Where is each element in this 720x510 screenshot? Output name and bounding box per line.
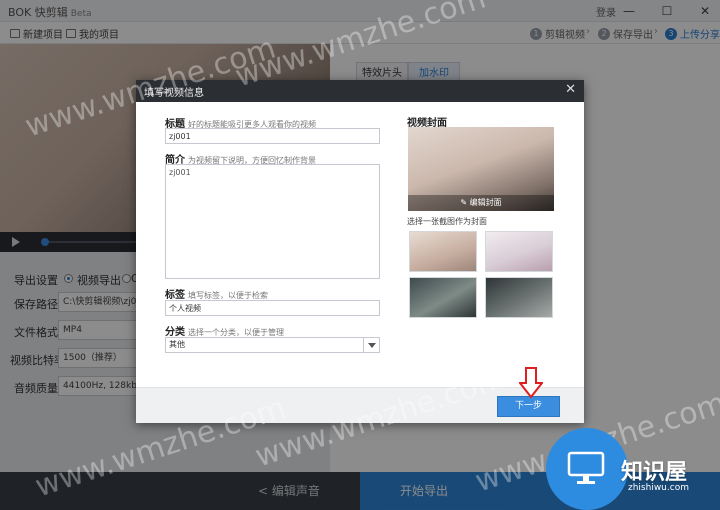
monitor-icon	[567, 451, 605, 484]
site-badge: 知识屋 zhishiwu.com	[546, 428, 720, 510]
cover-preview[interactable]: ✎ 编辑封面	[408, 127, 554, 211]
tags-hint: 填写标签，以便于检索	[188, 291, 268, 300]
pencil-icon: ✎	[460, 198, 470, 207]
tags-input[interactable]	[165, 300, 380, 316]
video-info-dialog: 填写视频信息 ✕ 标题好的标题能吸引更多人观看你的视频 简介为视频留下说明，方便…	[136, 80, 584, 423]
cover-thumbnail[interactable]	[485, 231, 553, 272]
badge-subtitle: zhishiwu.com	[628, 483, 689, 493]
category-hint: 选择一个分类，以便于管理	[188, 328, 284, 337]
badge-title: 知识屋	[621, 460, 688, 485]
cover-thumbnail[interactable]	[409, 231, 477, 272]
next-step-button[interactable]: 下一步	[497, 396, 560, 417]
tags-field-label: 标签 填写标签，以便于检索	[165, 290, 268, 301]
cover-thumbnail[interactable]	[409, 277, 477, 318]
edit-cover-button[interactable]: ✎ 编辑封面	[408, 195, 554, 211]
chevron-down-icon[interactable]	[363, 338, 379, 352]
cover-hint: 选择一张截图作为封面	[407, 217, 487, 226]
dialog-close-icon[interactable]: ✕	[565, 82, 576, 97]
category-select[interactable]: 其他	[165, 337, 380, 353]
title-input[interactable]	[165, 128, 380, 144]
intro-textarea[interactable]: zj001	[165, 164, 380, 279]
category-field-label: 分类 选择一个分类，以便于管理	[165, 327, 284, 338]
cover-thumbnail[interactable]	[485, 277, 553, 318]
red-arrow-icon	[519, 367, 543, 399]
